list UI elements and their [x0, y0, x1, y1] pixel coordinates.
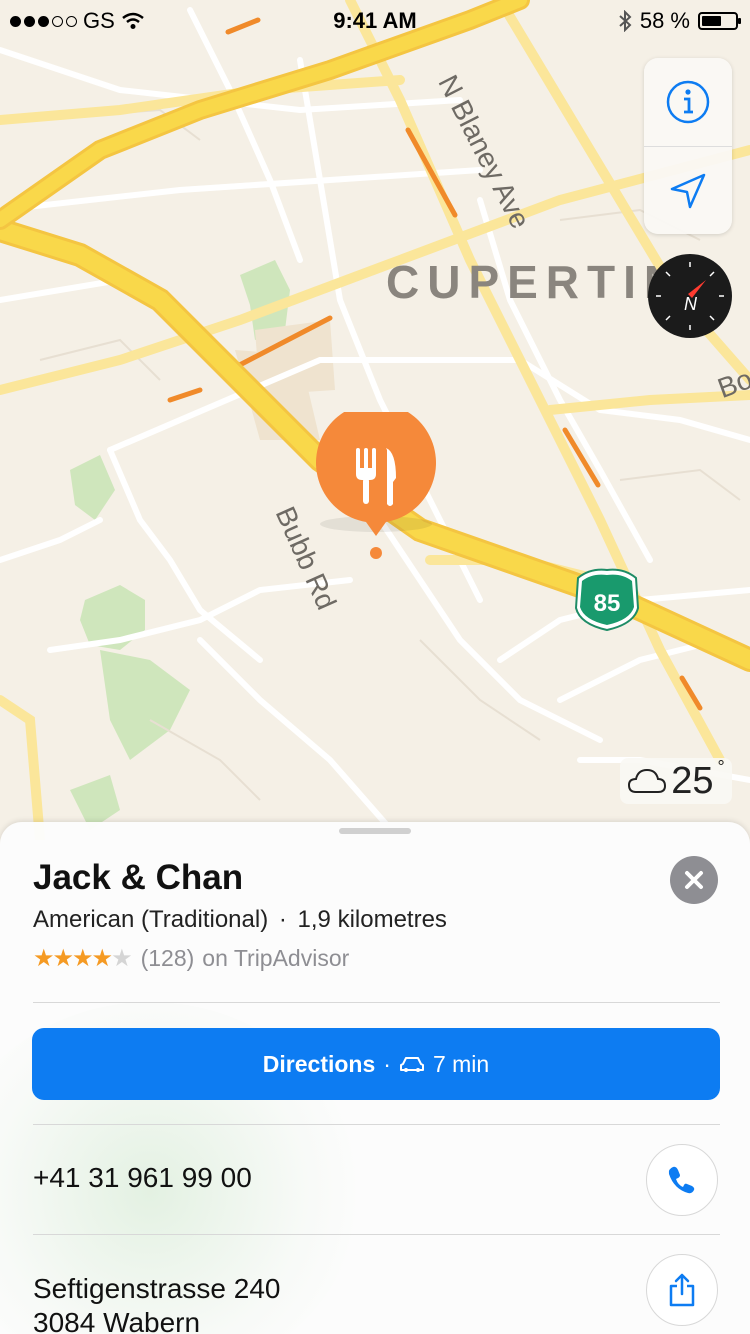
- call-button[interactable]: [646, 1144, 718, 1216]
- bluetooth-icon: [619, 10, 632, 32]
- address-line-1: Seftigenstrasse 240: [33, 1273, 281, 1304]
- battery-icon: [698, 12, 741, 30]
- directions-button[interactable]: Directions · 7 min: [32, 1028, 720, 1100]
- close-button[interactable]: [670, 856, 718, 904]
- compass-icon: N: [656, 262, 724, 330]
- highway-shield-number: 85: [594, 590, 621, 617]
- battery-percent: 58 %: [639, 8, 690, 33]
- map-city-label: CUPERTIN: [386, 256, 686, 308]
- weather-badge: 25 °: [620, 756, 732, 804]
- cloud-icon: [628, 768, 667, 793]
- status-bar: GS 9:41 AM 58 %: [0, 0, 750, 40]
- star-filled-icon: ★: [91, 945, 113, 972]
- star-filled-icon: ★: [33, 945, 54, 972]
- place-address[interactable]: Seftigenstrasse 240 3084 Wabern: [33, 1272, 281, 1334]
- review-count: (128): [140, 945, 195, 971]
- divider: [33, 1234, 720, 1235]
- star-rating-icon: ★★★★★: [33, 944, 133, 973]
- place-distance: 1,9 kilometres: [297, 906, 447, 933]
- directions-time: 7 min: [432, 1050, 490, 1077]
- share-icon: [669, 1273, 695, 1307]
- divider: [33, 1002, 720, 1003]
- place-card[interactable]: Jack & Chan American (Traditional) · 1,9…: [0, 822, 750, 1334]
- restaurant-map-pin[interactable]: [316, 402, 436, 562]
- svg-text:N: N: [684, 294, 698, 314]
- fork-knife-icon: [316, 402, 436, 559]
- star-empty-icon: ★: [111, 945, 132, 972]
- car-icon: [399, 1057, 424, 1072]
- place-name: Jack & Chan: [33, 858, 244, 897]
- sheet-grabber-handle[interactable]: [339, 828, 411, 834]
- phone-number[interactable]: +41 31 961 99 00: [33, 1162, 252, 1194]
- info-icon: [666, 80, 710, 124]
- subtitle-separator: ·: [278, 906, 287, 933]
- divider: [33, 1124, 720, 1125]
- directions-separator: ·: [383, 1050, 391, 1077]
- directions-label: Directions: [262, 1050, 376, 1077]
- close-icon: [685, 871, 703, 889]
- star-filled-icon: ★: [52, 945, 74, 972]
- phone-icon: [668, 1166, 695, 1194]
- compass-button[interactable]: N: [648, 254, 732, 338]
- map-controls: [644, 58, 732, 234]
- address-line-2: 3084 Wabern: [33, 1307, 201, 1334]
- place-subtitle: American (Traditional) · 1,9 kilometres: [33, 906, 447, 934]
- place-category: American (Traditional): [33, 906, 269, 933]
- place-rating[interactable]: ★★★★★ (128) on TripAdvisor: [33, 944, 349, 973]
- highway-85-shield: 85: [574, 568, 640, 632]
- weather-temperature: 25: [671, 759, 714, 802]
- share-button[interactable]: [646, 1254, 718, 1326]
- current-location-button[interactable]: [644, 146, 732, 234]
- star-filled-icon: ★: [72, 945, 93, 972]
- review-source: on TripAdvisor: [202, 945, 350, 971]
- map-info-button[interactable]: [644, 58, 732, 146]
- location-arrow-icon: [670, 173, 706, 208]
- weather-degree-symbol: °: [717, 756, 725, 777]
